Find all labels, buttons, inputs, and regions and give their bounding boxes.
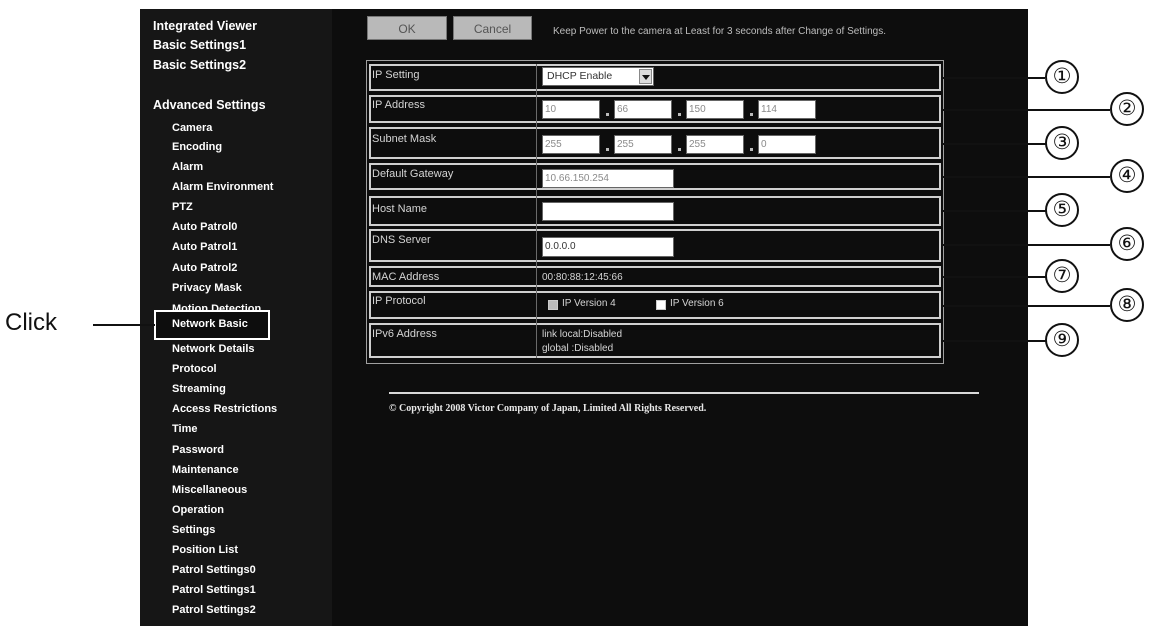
subnet-mask-octet-1[interactable]: 255 bbox=[542, 135, 600, 154]
ip-setting-select[interactable]: DHCP Enable bbox=[542, 67, 654, 86]
nav-basic-settings1[interactable]: Basic Settings1 bbox=[153, 38, 246, 52]
label-ip-address: IP Address bbox=[372, 99, 425, 111]
callout-3: ③ bbox=[1045, 126, 1079, 160]
label-ipv6-address: IPv6 Address bbox=[372, 328, 437, 340]
row-ipv6-address bbox=[369, 323, 941, 358]
nav-patrol-settings1[interactable]: Patrol Settings1 bbox=[172, 583, 256, 597]
nav-streaming[interactable]: Streaming bbox=[172, 382, 226, 396]
callout-1: ① bbox=[1045, 60, 1079, 94]
callout-leader-7 bbox=[942, 276, 1046, 278]
footer-divider bbox=[389, 392, 979, 394]
nav-password[interactable]: Password bbox=[172, 443, 224, 457]
settings-notice: Keep Power to the camera at Least for 3 … bbox=[553, 26, 886, 37]
callout-2: ② bbox=[1110, 92, 1144, 126]
subnet-dot bbox=[750, 148, 753, 151]
ipv6-checkbox[interactable] bbox=[656, 300, 666, 310]
dns-server-input[interactable]: 0.0.0.0 bbox=[542, 237, 674, 257]
callout-7: ⑦ bbox=[1045, 259, 1079, 293]
nav-maintenance[interactable]: Maintenance bbox=[172, 463, 239, 477]
callout-leader-3 bbox=[942, 143, 1046, 145]
host-name-input[interactable] bbox=[542, 202, 674, 221]
click-annotation-line bbox=[93, 324, 155, 326]
label-dns-server: DNS Server bbox=[372, 234, 431, 246]
callout-8: ⑧ bbox=[1110, 288, 1144, 322]
subnet-mask-octet-2[interactable]: 255 bbox=[614, 135, 672, 154]
nav-settings[interactable]: Settings bbox=[172, 523, 215, 537]
mac-address-value: 00:80:88:12:45:66 bbox=[542, 272, 623, 283]
label-ip-protocol: IP Protocol bbox=[372, 295, 426, 307]
nav-auto-patrol1[interactable]: Auto Patrol1 bbox=[172, 240, 237, 254]
nav-miscellaneous[interactable]: Miscellaneous bbox=[172, 483, 247, 497]
ipv4-checkbox[interactable] bbox=[548, 300, 558, 310]
callout-leader-8 bbox=[942, 305, 1110, 307]
ipv6-global-value: global :Disabled bbox=[542, 343, 614, 354]
label-host-name: Host Name bbox=[372, 203, 428, 215]
callout-leader-9 bbox=[942, 340, 1046, 342]
nav-ptz[interactable]: PTZ bbox=[172, 200, 193, 214]
nav-network-basic[interactable]: Network Basic bbox=[172, 318, 248, 330]
label-ip-setting: IP Setting bbox=[372, 69, 420, 81]
nav-integrated-viewer[interactable]: Integrated Viewer bbox=[153, 19, 257, 33]
nav-advanced-settings-title: Advanced Settings bbox=[153, 98, 266, 112]
nav-privacy-mask[interactable]: Privacy Mask bbox=[172, 281, 242, 295]
row-ip-protocol bbox=[369, 291, 941, 319]
nav-network-details[interactable]: Network Details bbox=[172, 342, 255, 356]
nav-patrol-settings2[interactable]: Patrol Settings2 bbox=[172, 603, 256, 617]
ipv6-link-local-value: link local:Disabled bbox=[542, 329, 623, 340]
callout-6: ⑥ bbox=[1110, 227, 1144, 261]
row-mac-address bbox=[369, 266, 941, 287]
ip-address-octet-2[interactable]: 66 bbox=[614, 100, 672, 119]
ip-dot bbox=[750, 113, 753, 116]
click-annotation-label: Click bbox=[5, 309, 57, 336]
ip-address-octet-1[interactable]: 10 bbox=[542, 100, 600, 119]
cancel-button[interactable]: Cancel bbox=[453, 16, 532, 40]
nav-alarm[interactable]: Alarm bbox=[172, 160, 203, 174]
callout-4: ④ bbox=[1110, 159, 1144, 193]
nav-patrol-settings0[interactable]: Patrol Settings0 bbox=[172, 563, 256, 577]
subnet-dot bbox=[678, 148, 681, 151]
subnet-mask-octet-3[interactable]: 255 bbox=[686, 135, 744, 154]
callout-5: ⑤ bbox=[1045, 193, 1079, 227]
nav-access-restrictions[interactable]: Access Restrictions bbox=[172, 402, 277, 416]
ip-address-octet-3[interactable]: 150 bbox=[686, 100, 744, 119]
row-ip-setting bbox=[369, 64, 941, 91]
callout-leader-6 bbox=[942, 244, 1110, 246]
nav-auto-patrol2[interactable]: Auto Patrol2 bbox=[172, 261, 237, 275]
nav-time[interactable]: Time bbox=[172, 422, 197, 436]
nav-auto-patrol0[interactable]: Auto Patrol0 bbox=[172, 220, 237, 234]
ok-button[interactable]: OK bbox=[367, 16, 447, 40]
ipv4-label: IP Version 4 bbox=[562, 298, 616, 309]
ipv6-label: IP Version 6 bbox=[670, 298, 724, 309]
nav-position-list[interactable]: Position List bbox=[172, 543, 238, 557]
nav-camera[interactable]: Camera bbox=[172, 121, 212, 135]
callout-leader-4 bbox=[942, 176, 1110, 178]
nav-alarm-environment[interactable]: Alarm Environment bbox=[172, 180, 273, 194]
ip-dot bbox=[606, 113, 609, 116]
default-gateway-input[interactable]: 10.66.150.254 bbox=[542, 169, 674, 188]
ip-dot bbox=[678, 113, 681, 116]
callout-leader-1 bbox=[942, 77, 1045, 79]
chevron-down-icon[interactable] bbox=[639, 69, 652, 84]
ip-setting-value: DHCP Enable bbox=[547, 70, 613, 82]
nav-basic-settings2[interactable]: Basic Settings2 bbox=[153, 58, 246, 72]
nav-encoding[interactable]: Encoding bbox=[172, 140, 222, 154]
label-default-gateway: Default Gateway bbox=[372, 168, 454, 180]
nav-protocol[interactable]: Protocol bbox=[172, 362, 217, 376]
subnet-dot bbox=[606, 148, 609, 151]
subnet-mask-octet-4[interactable]: 0 bbox=[758, 135, 816, 154]
label-mac-address: MAC Address bbox=[372, 271, 440, 283]
ip-address-octet-4[interactable]: 114 bbox=[758, 100, 816, 119]
nav-motion-detection[interactable]: Motion Detection bbox=[172, 302, 261, 310]
column-divider bbox=[536, 64, 537, 358]
label-subnet-mask: Subnet Mask bbox=[372, 133, 437, 145]
copyright-text: © Copyright 2008 Victor Company of Japan… bbox=[389, 403, 707, 414]
nav-operation[interactable]: Operation bbox=[172, 503, 224, 517]
callout-leader-2 bbox=[942, 109, 1110, 111]
callout-9: ⑨ bbox=[1045, 323, 1079, 357]
callout-leader-5 bbox=[942, 210, 1046, 212]
